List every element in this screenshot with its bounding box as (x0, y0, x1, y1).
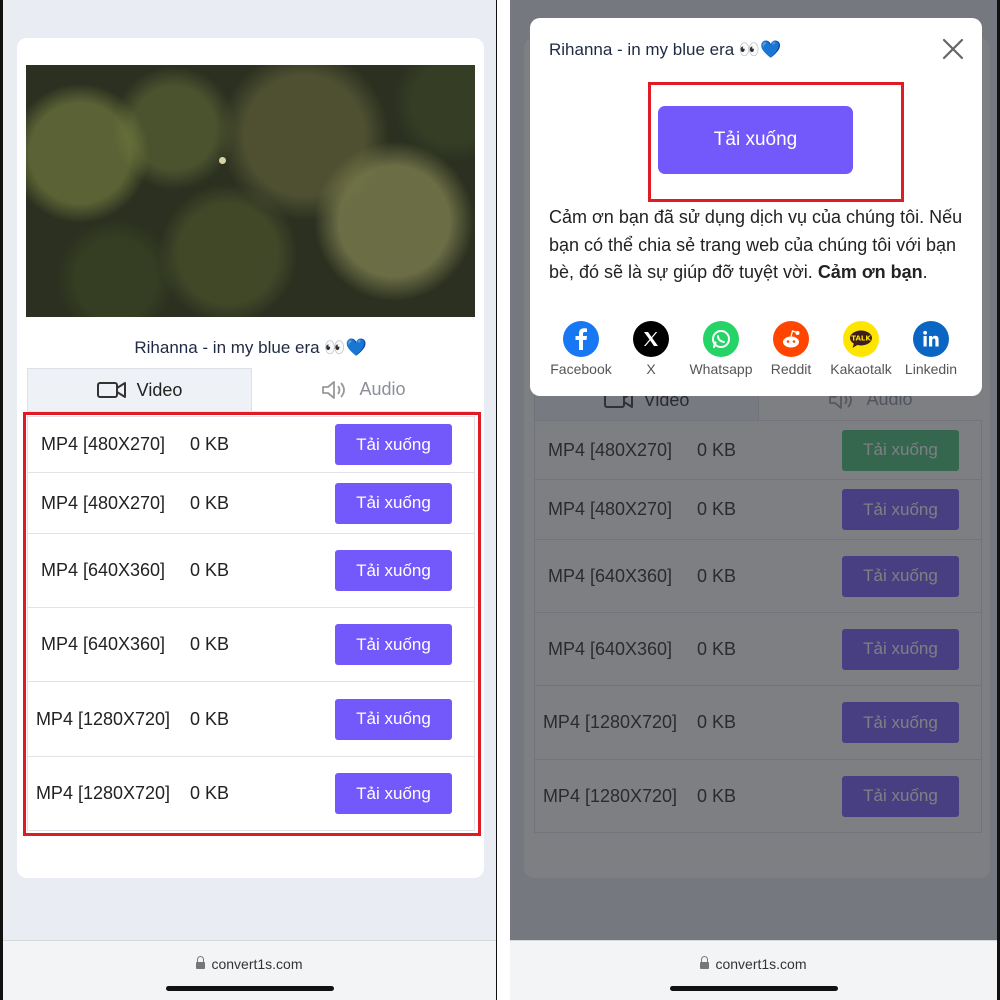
share-label: Whatsapp (689, 361, 753, 377)
kakaotalk-icon: TALK (843, 321, 879, 357)
share-kakaotalk[interactable]: TALK Kakaotalk (826, 321, 896, 377)
highlight-box (23, 412, 481, 836)
video-thumbnail[interactable] (26, 65, 475, 317)
svg-text:TALK: TALK (851, 335, 871, 343)
lock-icon (700, 956, 710, 970)
reddit-icon (773, 321, 809, 357)
home-indicator[interactable] (669, 986, 838, 991)
address-bar[interactable]: convert1s.com (510, 940, 997, 1000)
share-linkedin[interactable]: Linkedin (896, 321, 966, 377)
lock-icon (196, 956, 206, 970)
share-whatsapp[interactable]: Whatsapp (686, 321, 756, 377)
tab-video[interactable]: Video (27, 368, 252, 411)
divider (497, 0, 510, 1000)
modal-title: Rihanna - in my blue era 👀💙 (549, 40, 782, 59)
linkedin-icon (913, 321, 949, 357)
share-label: Kakaotalk (830, 361, 892, 377)
left-screen: Rihanna - in my blue era 👀💙 Video Audio (0, 0, 497, 1000)
tab-audio[interactable]: Audio (252, 368, 475, 411)
message-bold-text: Cảm ơn bạn (817, 262, 923, 282)
format-tabs: Video Audio (27, 368, 475, 412)
highlight-box (648, 82, 904, 202)
right-screen: Video Audio MP4 [480X270] 0 KB Tải xuống… (510, 0, 1000, 1000)
share-buttons: Facebook X Whatsapp Reddit TALK Kakaotal… (546, 321, 966, 377)
url-text: convert1s.com (715, 956, 807, 972)
tab-audio-label: Audio (359, 379, 406, 399)
x-icon (633, 321, 669, 357)
video-camera-icon (96, 382, 126, 398)
share-facebook[interactable]: Facebook (546, 321, 616, 377)
share-label: Linkedin (904, 361, 958, 377)
tab-video-label: Video (136, 379, 183, 400)
share-label: Reddit (770, 361, 812, 377)
share-x[interactable]: X (616, 321, 686, 377)
whatsapp-icon (703, 321, 739, 357)
share-label: X (646, 361, 656, 377)
address-bar[interactable]: convert1s.com (3, 940, 496, 1000)
download-modal: Rihanna - in my blue era 👀💙 Tải xuống Cả… (530, 18, 982, 396)
video-title: Rihanna - in my blue era 👀💙 (134, 338, 367, 357)
url-text: convert1s.com (211, 956, 303, 972)
home-indicator[interactable] (165, 986, 334, 991)
speaker-icon (322, 380, 346, 399)
share-label: Facebook (550, 361, 612, 377)
thank-you-message: Cảm ơn bạn đã sử dụng dịch vụ của chúng … (549, 207, 963, 282)
share-reddit[interactable]: Reddit (756, 321, 826, 377)
facebook-icon (563, 321, 599, 357)
close-icon[interactable] (942, 38, 964, 60)
